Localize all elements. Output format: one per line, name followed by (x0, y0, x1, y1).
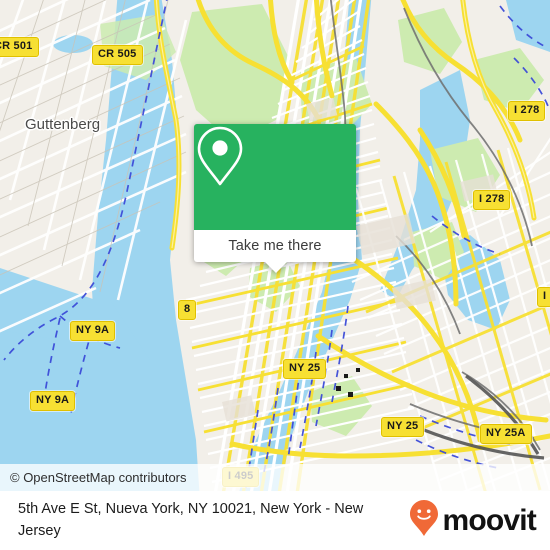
shield-cr-505[interactable]: CR 505 (92, 45, 143, 65)
popup-header (194, 124, 356, 230)
map-attribution-bar: © OpenStreetMap contributors (0, 464, 550, 491)
shield-ny-25-west[interactable]: NY 25 (283, 359, 327, 379)
shield-cr-501[interactable]: CR 501 (0, 37, 39, 57)
moovit-wordmark: moovit (442, 503, 536, 537)
take-me-there-button[interactable]: Take me there (228, 238, 321, 254)
location-popup-card[interactable]: Take me there (194, 124, 356, 273)
shield-ny-9a-south[interactable]: NY 9A (30, 391, 76, 411)
place-label-guttenberg: Guttenberg (25, 116, 101, 133)
shield-ny-9a-north[interactable]: NY 9A (70, 321, 116, 341)
shield-ny-25-east[interactable]: NY 25 (381, 417, 425, 437)
shield-8[interactable]: 8 (178, 300, 197, 320)
popup-tail-pointer (265, 262, 287, 273)
map-canvas[interactable]: Guttenberg CR 501 CR 505 I 278 I 278 I 8… (0, 0, 550, 491)
shield-i-278-north[interactable]: I 278 (508, 101, 546, 121)
moovit-brand[interactable]: moovit (409, 499, 550, 542)
moovit-smiley-pin-icon (409, 499, 439, 542)
shield-i-edge[interactable]: I (537, 287, 550, 307)
moovit-map-screen: Guttenberg CR 501 CR 505 I 278 I 278 I 8… (0, 0, 550, 550)
openstreetmap-attribution[interactable]: © OpenStreetMap contributors (10, 470, 187, 485)
address-text: 5th Ave E St, Nueva York, NY 10021, New … (18, 501, 364, 539)
shield-i-278-south[interactable]: I 278 (473, 190, 511, 210)
shield-ny-25a[interactable]: NY 25A (480, 424, 532, 444)
popup-footer[interactable]: Take me there (194, 230, 356, 273)
bottom-info-bar: 5th Ave E St, Nueva York, NY 10021, New … (0, 491, 550, 550)
